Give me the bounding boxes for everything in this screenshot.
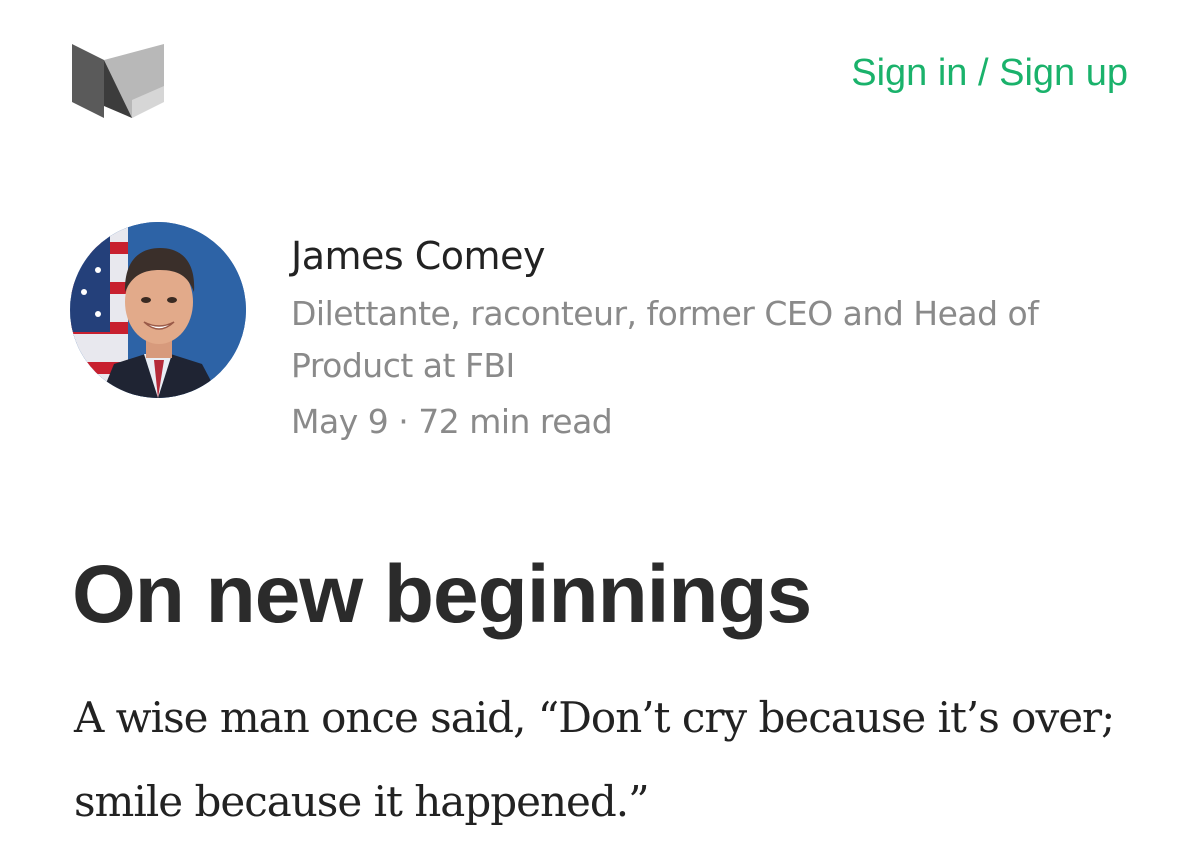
article-page: Sign in / Sign up James Comey Dilettante…: [0, 0, 1200, 867]
article-body-paragraph: A wise man once said, “Don’t cry because…: [74, 693, 1115, 826]
article-title: On new beginnings: [72, 549, 812, 640]
sign-in-sign-up-link[interactable]: Sign in / Sign up: [851, 52, 1128, 95]
author-info: James Comey Dilettante, raconteur, forme…: [291, 228, 1091, 450]
author-bio: Dilettante, raconteur, former CEO and He…: [291, 294, 1039, 385]
meta-separator: ·: [398, 402, 409, 441]
post-date: May 9: [291, 402, 389, 441]
post-meta: May 9 · 72 min read: [291, 394, 1091, 450]
medium-logo-icon[interactable]: [70, 44, 166, 118]
author-avatar[interactable]: [70, 222, 246, 398]
author-name[interactable]: James Comey: [291, 228, 1091, 284]
read-time: 72 min read: [418, 402, 613, 441]
